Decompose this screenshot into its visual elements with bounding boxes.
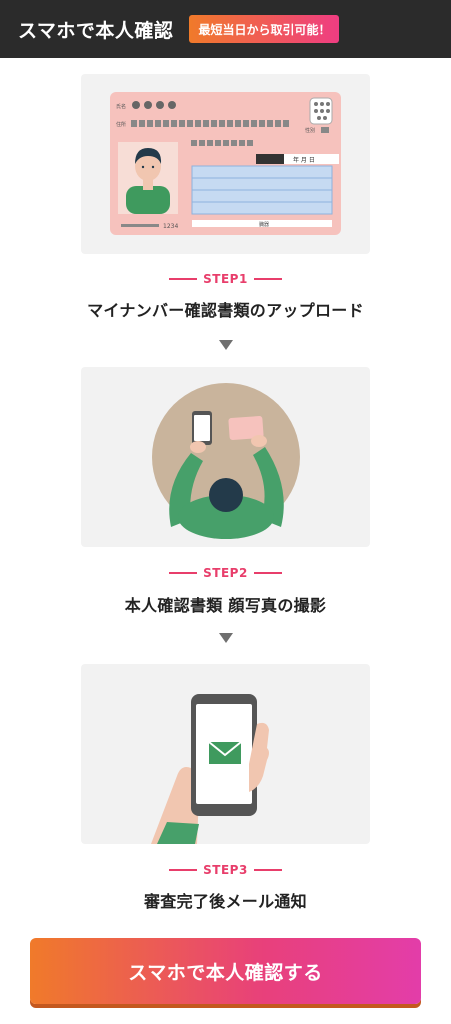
name-label: 氏名 [116,103,126,110]
date-label: 年 月 日 [293,156,315,164]
step2-illustration [81,367,370,547]
step3-illustration [81,664,370,844]
address-label: 住所 [116,121,126,128]
step1-label: STEP1 [0,272,451,286]
header-bar: スマホで本人確認 最短当日から取引可能！ [0,0,451,58]
step3-label: STEP3 [0,863,451,877]
down-arrow-icon [219,633,233,643]
card-footer-label: 臓器 [259,221,269,228]
id-card-icon: 氏名 住所 性別 年 月 日 1234 臓器 [110,92,341,235]
mail-notification-icon [151,694,269,844]
step2-title: 本人確認書類 顔写真の撮影 [124,596,327,615]
header-title: スマホで本人確認 [18,19,174,42]
step3-label-text: STEP3 [203,863,248,877]
step2-label-text: STEP2 [203,566,248,580]
down-arrow-icon [219,340,233,350]
photo-capture-icon [152,383,300,539]
step2-label: STEP2 [0,566,451,580]
step1-illustration: 氏名 住所 性別 年 月 日 1234 臓器 [81,74,370,254]
step3-title: 審査完了後メール通知 [143,892,307,911]
step1-label-text: STEP1 [203,272,248,286]
step1-title: マイナンバー確認書類のアップロード [87,301,364,320]
same-day-badge: 最短当日から取引可能！ [189,15,340,43]
card-number: 1234 [163,223,178,230]
verify-identity-button[interactable]: スマホで本人確認する [30,938,421,1004]
sex-label: 性別 [305,127,315,134]
